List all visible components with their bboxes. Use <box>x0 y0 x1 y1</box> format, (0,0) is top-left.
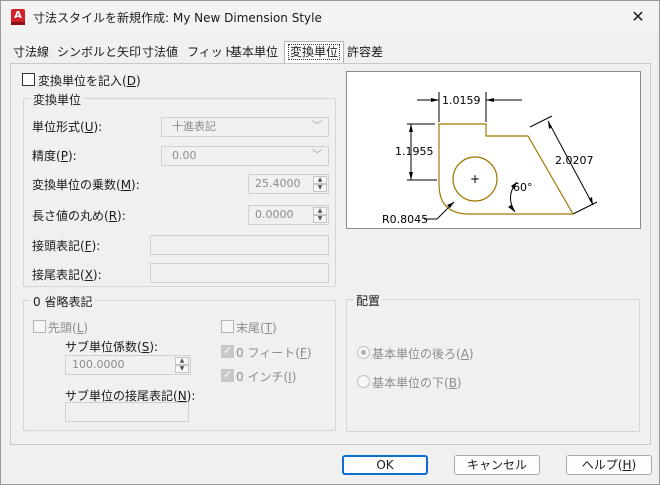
tab-text[interactable]: 寸法値 <box>139 43 181 63</box>
angle-text: 60° <box>513 181 533 194</box>
placement-below-label: 基本単位の下(B) <box>372 376 462 390</box>
dim-top-text: 1.0159 <box>442 94 481 107</box>
tab-alternate-units-label: 変換単位 <box>288 44 341 60</box>
sub-suffix-input[interactable] <box>65 402 189 422</box>
zero-inch-checkbox[interactable] <box>221 368 234 382</box>
spin-up-icon[interactable]: ▲ <box>175 357 189 365</box>
placement-after-label: 基本単位の後ろ(A) <box>372 347 474 361</box>
dim-left-text: 1.1955 <box>395 145 434 158</box>
spin-up-icon[interactable]: ▲ <box>313 207 327 215</box>
radius-text: R0.8045 <box>382 213 428 226</box>
zero-feet-label: 0 フィート(F) <box>236 346 312 360</box>
prefix-input[interactable] <box>150 235 329 255</box>
dimension-preview-image: + 1.0159 1.1955 2.0207 60° R0.8045 <box>382 92 598 226</box>
precision-label: 精度(P): <box>32 149 77 163</box>
display-alt-units-checkbox[interactable] <box>22 73 35 86</box>
chevron-down-icon: ﹀ <box>312 150 322 161</box>
round-spinner[interactable]: 0.0000 ▲ ▼ <box>248 205 329 225</box>
trailing-label: 末尾(T) <box>236 321 277 335</box>
tab-primary-units[interactable]: 基本単位 <box>227 43 281 63</box>
sub-factor-label: サブ単位係数(S): <box>65 340 159 354</box>
placement-group: 配置 <box>346 292 640 432</box>
suffix-input[interactable] <box>150 263 329 283</box>
placement-after-radio[interactable] <box>357 346 370 359</box>
zero-feet-checkbox[interactable] <box>221 344 234 358</box>
spinner-buttons[interactable]: ▲ ▼ <box>313 176 327 192</box>
spin-down-icon[interactable]: ▼ <box>313 184 327 192</box>
spinner-buttons[interactable]: ▲ ▼ <box>175 357 189 373</box>
unit-format-label: 単位形式(U): <box>32 120 103 134</box>
cancel-button[interactable]: キャンセル <box>454 455 540 475</box>
trailing-checkbox[interactable] <box>221 320 234 333</box>
close-icon[interactable]: ✕ <box>623 5 653 29</box>
center-mark: + <box>470 172 480 186</box>
leading-label: 先頭(L) <box>48 321 89 335</box>
multiplier-label: 変換単位の乗数(M): <box>32 178 140 192</box>
multiplier-spinner[interactable]: 25.4000 ▲ ▼ <box>248 174 329 194</box>
alt-units-group-title: 変換単位 <box>30 91 85 108</box>
prefix-label: 接頭表記(F): <box>32 239 101 253</box>
display-alt-units-label: 変換単位を記入(D) <box>38 74 141 88</box>
spinner-buttons[interactable]: ▲ ▼ <box>313 207 327 223</box>
placement-group-title: 配置 <box>353 292 384 309</box>
spin-up-icon[interactable]: ▲ <box>313 176 327 184</box>
suffix-label: 接尾表記(X): <box>32 268 102 282</box>
unit-format-select[interactable]: 十進表記 ﹀ <box>161 117 329 137</box>
tab-tolerances[interactable]: 許容差 <box>344 43 386 63</box>
dim-right-text: 2.0207 <box>555 154 594 167</box>
placement-below-radio[interactable] <box>357 375 370 388</box>
zero-inch-label: 0 インチ(I) <box>236 370 297 384</box>
autocad-app-icon: A <box>11 9 25 25</box>
tab-alternate-units[interactable]: 変換単位 <box>284 41 345 63</box>
precision-select[interactable]: 0.00 ﹀ <box>161 146 329 166</box>
chevron-down-icon: ﹀ <box>312 121 322 132</box>
spin-down-icon[interactable]: ▼ <box>175 365 189 373</box>
ok-button[interactable]: OK <box>342 455 428 475</box>
preview-panel: + 1.0159 1.1955 2.0207 60° R0.8045 <box>346 71 641 229</box>
tab-symbols-arrows[interactable]: シンボルと矢印 <box>54 43 144 63</box>
spin-down-icon[interactable]: ▼ <box>313 215 327 223</box>
window-title: 寸法スタイルを新規作成: My New Dimension Style <box>33 11 322 25</box>
tab-dimension-lines[interactable]: 寸法線 <box>10 43 52 63</box>
help-button[interactable]: ヘルプ(H) <box>566 455 652 475</box>
zero-suppression-group-title: 0 省略表記 <box>30 293 96 310</box>
leading-checkbox[interactable] <box>33 320 46 333</box>
dialog-window: A 寸法スタイルを新規作成: My New Dimension Style ✕ … <box>0 0 660 485</box>
title-bar[interactable]: A 寸法スタイルを新規作成: My New Dimension Style ✕ <box>1 1 659 33</box>
round-label: 長さ値の丸め(R): <box>32 209 126 223</box>
sub-factor-spinner[interactable]: 100.0000 ▲ ▼ <box>65 355 191 375</box>
